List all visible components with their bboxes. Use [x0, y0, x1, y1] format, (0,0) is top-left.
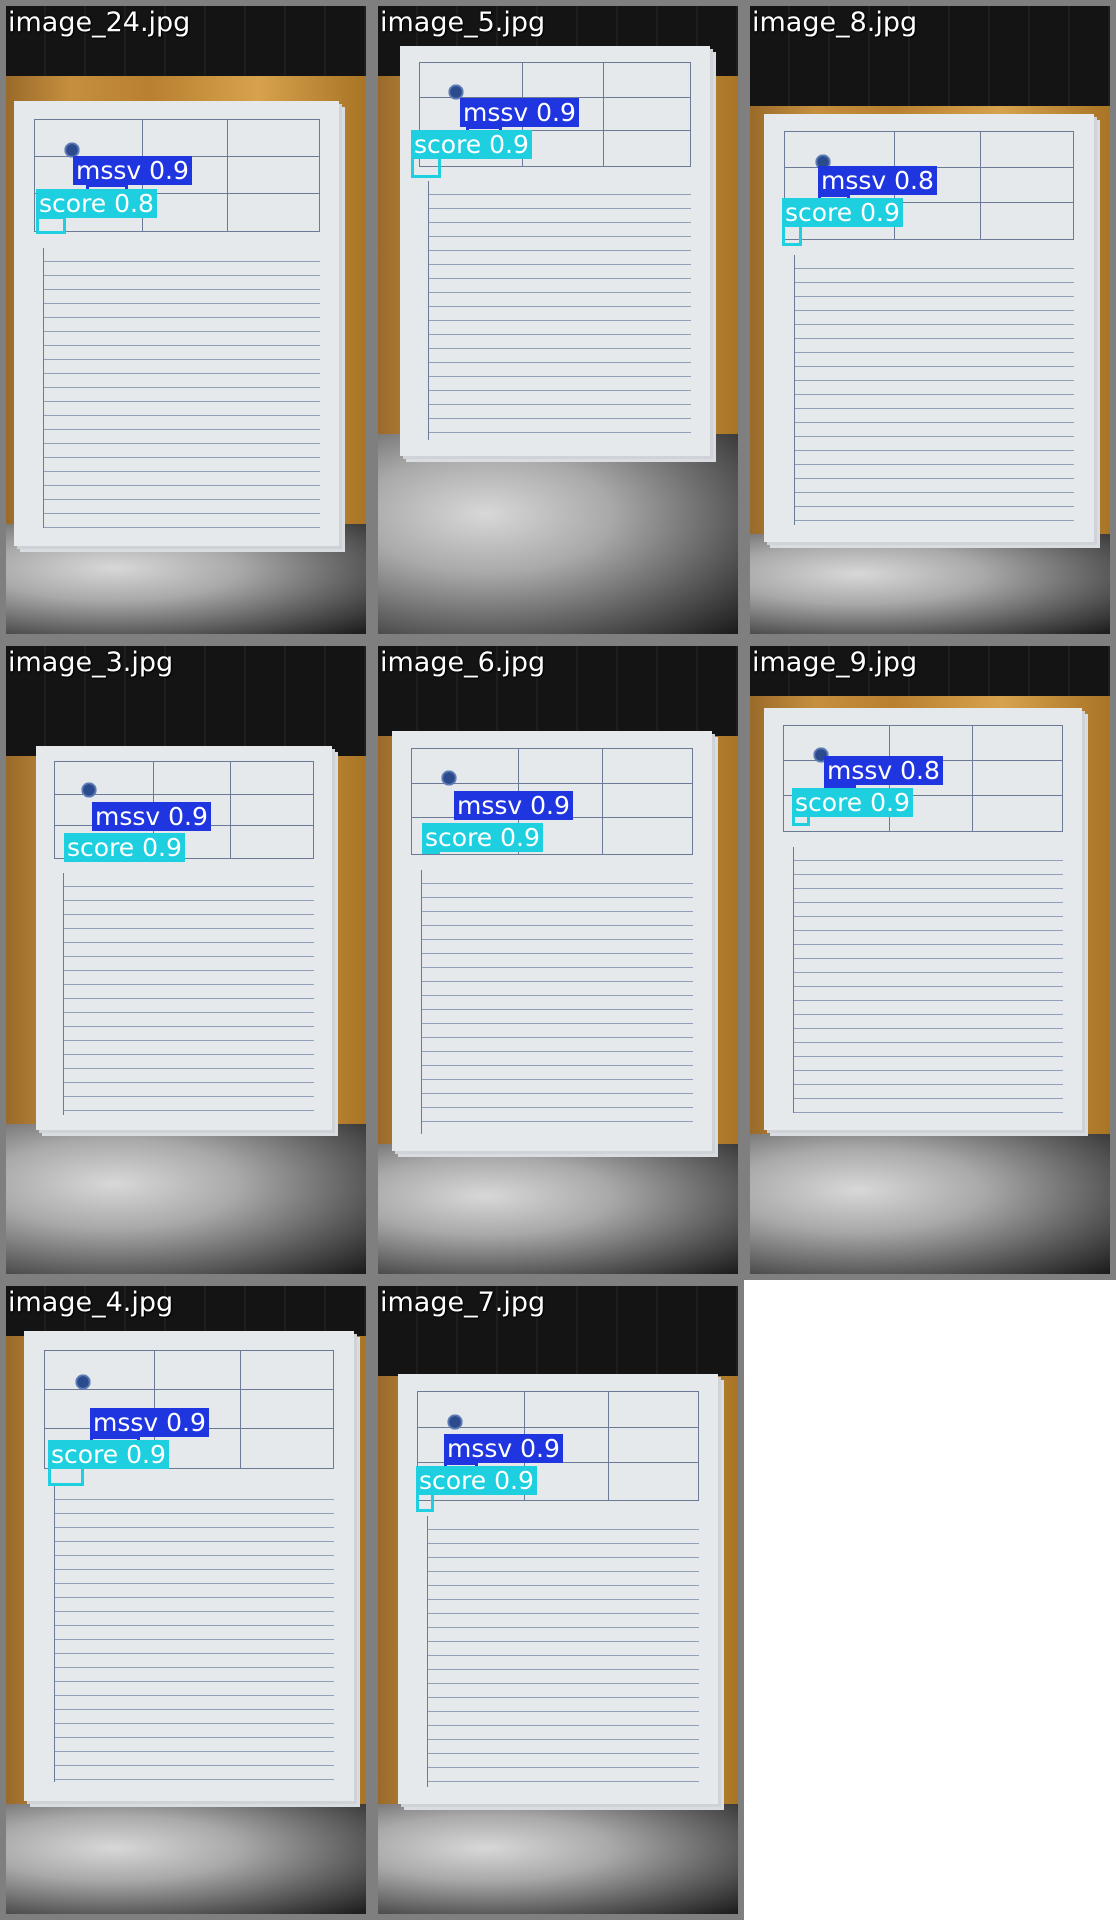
photo-image-4 [6, 1286, 366, 1914]
paper-ruled-lines [53, 1486, 335, 1783]
cloth-area [6, 1804, 366, 1914]
detection-box-score [782, 224, 802, 246]
photo-image-6 [378, 646, 738, 1274]
detection-label-mssv: mssv 0.9 [90, 1408, 209, 1437]
photo-image-24 [6, 6, 366, 634]
detection-label-score: score 0.9 [422, 823, 543, 852]
paper-ruled-lines [793, 255, 1075, 525]
detection-label-score: score 0.9 [416, 1466, 537, 1495]
paper-ruled-lines [420, 869, 693, 1135]
exam-paper [24, 1331, 354, 1801]
detection-label-mssv: mssv 0.9 [444, 1434, 563, 1463]
photo-image-8 [750, 6, 1110, 634]
detection-label-mssv: mssv 0.8 [818, 166, 937, 195]
detection-label-mssv: mssv 0.9 [460, 98, 579, 127]
image-filename-label: image_7.jpg [380, 1287, 546, 1318]
paper-ruled-lines [427, 181, 692, 440]
grid-tile-image-3: mssv 0.9 score 0.9 image_3.jpg [0, 640, 372, 1280]
detection-label-score: score 0.9 [411, 130, 532, 159]
image-filename-label: image_4.jpg [8, 1287, 174, 1318]
detection-box-score [411, 156, 441, 178]
image-filename-label: image_9.jpg [752, 647, 918, 678]
cloth-area [378, 434, 738, 634]
detection-label-score: score 0.9 [792, 788, 913, 817]
detection-label-mssv: mssv 0.9 [454, 791, 573, 820]
paper-ruled-lines [792, 847, 1063, 1114]
detection-box-score [36, 216, 66, 234]
grid-tile-image-7: mssv 0.9 score 0.9 image_7.jpg [372, 1280, 744, 1920]
detection-label-mssv: mssv 0.9 [92, 802, 211, 831]
cloth-area [378, 1804, 738, 1914]
cloth-area [750, 534, 1110, 634]
cloth-area [378, 1144, 738, 1274]
detection-label-score: score 0.9 [64, 833, 185, 862]
detection-label-mssv: mssv 0.9 [73, 156, 192, 185]
cloth-area [6, 1124, 366, 1274]
paper-ruled-lines [426, 1515, 699, 1787]
grid-tile-image-5: mssv 0.9 score 0.9 image_5.jpg [372, 0, 744, 640]
school-logo-icon [446, 1412, 464, 1431]
photo-image-9 [750, 646, 1110, 1274]
detection-box-score [416, 1492, 434, 1512]
grid-tile-image-24: mssv 0.9 score 0.8 image_24.jpg [0, 0, 372, 640]
grid-tile-image-6: mssv 0.9 score 0.9 image_6.jpg [372, 640, 744, 1280]
grid-tile-image-8: mssv 0.8 score 0.9 image_8.jpg [744, 0, 1116, 640]
detection-label-score: score 0.9 [782, 198, 903, 227]
paper-ruled-lines [62, 872, 315, 1115]
detection-label-score: score 0.9 [48, 1440, 169, 1469]
grid-tile-image-4: mssv 0.9 score 0.9 image_4.jpg [0, 1280, 372, 1920]
photo-image-3 [6, 646, 366, 1274]
grid-tile-image-9: mssv 0.8 score 0.9 image_9.jpg [744, 640, 1116, 1280]
photo-image-7 [378, 1286, 738, 1914]
detection-label-mssv: mssv 0.8 [824, 756, 943, 785]
school-logo-icon [440, 768, 458, 787]
image-filename-label: image_3.jpg [8, 647, 174, 678]
cloth-area [750, 1134, 1110, 1274]
image-filename-label: image_24.jpg [8, 7, 191, 38]
detection-box-score [48, 1466, 84, 1486]
detection-label-score: score 0.8 [36, 189, 157, 218]
image-filename-label: image_8.jpg [752, 7, 918, 38]
paper-ruled-lines [43, 247, 320, 529]
image-filename-label: image_6.jpg [380, 647, 546, 678]
school-logo-icon [73, 1373, 92, 1392]
image-filename-label: image_5.jpg [380, 7, 546, 38]
school-logo-icon [80, 780, 99, 799]
